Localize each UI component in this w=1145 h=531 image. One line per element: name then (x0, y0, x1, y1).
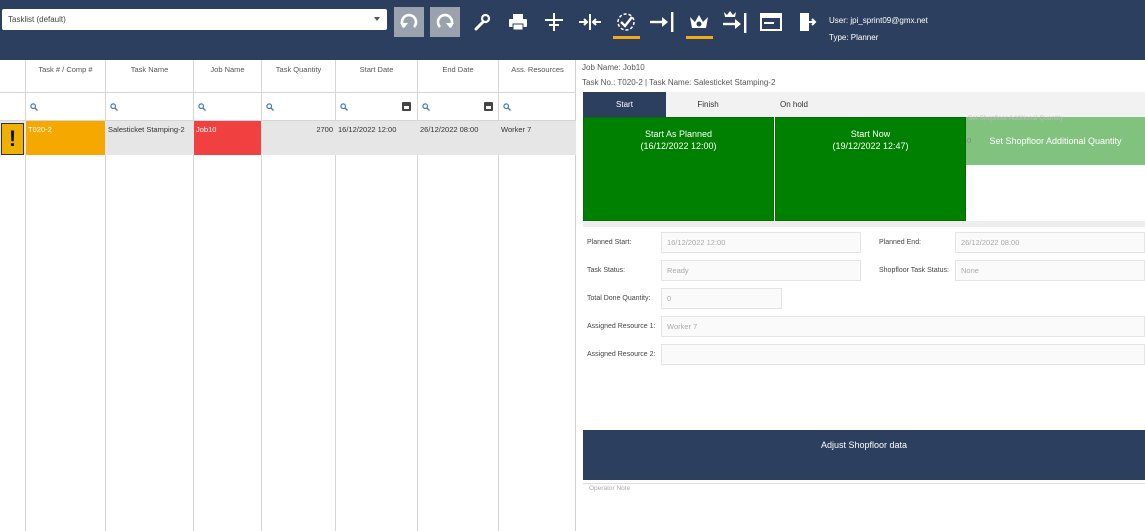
chevron-down-icon (374, 17, 380, 21)
column-header-task-quantity[interactable]: Task Quantity (262, 60, 335, 92)
redo-icon (436, 13, 454, 28)
assigned-resource-1-field[interactable]: Worker 7 (661, 316, 1145, 337)
cell-task-no: T020-2 (26, 121, 105, 155)
search-icon[interactable] (503, 103, 511, 111)
planned-end-label: Planned End: (879, 239, 922, 246)
tasklist-value: Tasklist (default) (8, 15, 66, 24)
search-icon[interactable] (198, 103, 206, 111)
start-now-button[interactable]: Start Now (19/12/2022 12:47) (775, 117, 966, 221)
tasklist-dropdown[interactable]: Tasklist (default) (2, 9, 387, 30)
assigned-resource-2-label: Assigned Resource 2: (587, 351, 656, 358)
active-indicator (686, 36, 713, 39)
start-as-planned-button[interactable]: Start As Planned (16/12/2022 12:00) (583, 117, 774, 221)
user-type: Type: Planner (829, 33, 879, 42)
task-status-label: Task Status: (587, 267, 626, 274)
merge-icon (579, 14, 601, 30)
crown-icon (690, 15, 708, 28)
approve-button[interactable] (611, 7, 641, 37)
total-done-label: Total Done Quantity: (587, 295, 651, 302)
user-email: User: jpi_sprint09@gmx.net (829, 16, 928, 25)
start-actions: Start As Planned (16/12/2022 12:00) Star… (583, 117, 1145, 221)
user-info: User: jpi_sprint09@gmx.net Type: Planner (829, 12, 928, 46)
split-button[interactable] (539, 7, 569, 37)
priority-to-end-button[interactable] (720, 7, 750, 37)
column-header-end-date[interactable]: End Date (418, 60, 498, 92)
task-grid: Task # / Comp # Task Name Job Name Task … (0, 60, 576, 531)
operator-note-field[interactable]: Operator Note (583, 483, 1145, 531)
set-additional-quantity-button[interactable]: Set Shopfloor Additional Quantity (966, 117, 1145, 165)
calendar-icon[interactable] (402, 102, 411, 111)
search-icon[interactable] (110, 103, 118, 111)
print-button[interactable] (503, 7, 533, 37)
assigned-resource-1-label: Assigned Resource 1: (587, 323, 656, 330)
tab-finish[interactable]: Finish (666, 92, 750, 117)
task-status-field[interactable]: Ready (661, 260, 861, 281)
start-now-date: (19/12/2022 12:47) (832, 141, 909, 151)
section-divider (583, 221, 1145, 227)
job-name-label: Job Name: Job10 (582, 63, 645, 72)
total-done-field[interactable]: 0 (661, 288, 782, 309)
task-detail-panel: Job Name: Job10 Task No.: T020-2 | Task … (577, 60, 1145, 531)
start-as-planned-date: (16/12/2022 12:00) (640, 141, 717, 151)
header-divider (0, 92, 576, 93)
split-icon (545, 13, 563, 31)
column-header-start-date[interactable]: Start Date (336, 60, 417, 92)
active-indicator (613, 36, 640, 39)
column-header-task-name[interactable]: Task Name (106, 60, 193, 92)
check-icon (617, 13, 635, 31)
redo-button[interactable] (430, 7, 460, 37)
window-button[interactable] (756, 7, 786, 37)
tab-start[interactable]: Start (583, 92, 666, 117)
cell-start-date: 16/12/2022 12:00 (338, 125, 397, 134)
shopfloor-status-field[interactable]: None (955, 260, 1145, 281)
action-tabs: Start Finish On hold (583, 92, 1145, 117)
merge-button[interactable] (575, 7, 605, 37)
top-toolbar: Tasklist (default) User: jpi_sprint09@gm… (0, 0, 1145, 60)
search-icon[interactable] (340, 103, 348, 111)
logout-button[interactable] (792, 7, 822, 37)
additional-quantity-input[interactable]: 0 (967, 136, 971, 145)
adjust-shopfloor-data-button[interactable]: Adjust Shopfloor data (583, 430, 1145, 480)
arrow-bar-icon (650, 12, 674, 32)
priority-button[interactable] (684, 7, 714, 37)
print-icon (509, 14, 527, 31)
start-now-label: Start Now (850, 129, 891, 139)
search-icon[interactable] (30, 103, 38, 111)
task-info-label: Task No.: T020-2 | Task Name: Salesticke… (582, 78, 776, 87)
calendar-icon[interactable] (484, 102, 493, 111)
additional-quantity-label: Set Shopfloor Additional Quantity (968, 115, 1064, 122)
start-as-planned-label: Start As Planned (644, 129, 713, 139)
crown-arrow-icon (723, 11, 747, 33)
window-icon (760, 13, 782, 31)
planned-start-label: Planned Start: (587, 239, 632, 246)
column-header-resources[interactable]: Ass. Resources (499, 60, 576, 92)
cell-end-date: 26/12/2022 08:00 (420, 125, 479, 134)
move-to-end-button[interactable] (647, 7, 677, 37)
door-exit-icon (800, 13, 817, 31)
planned-start-field[interactable]: 16/12/2022 12:00 (661, 232, 861, 253)
search-icon[interactable] (266, 103, 274, 111)
cell-resources: Worker 7 (501, 125, 532, 134)
wrench-icon (474, 13, 491, 31)
assigned-resource-2-field[interactable] (661, 344, 1145, 365)
column-header-job-name[interactable]: Job Name (194, 60, 261, 92)
column-header-task-no[interactable]: Task # / Comp # (26, 60, 105, 92)
cell-job-name: Job10 (194, 121, 261, 155)
warning-icon[interactable]: ! (1, 123, 24, 155)
planned-end-field[interactable]: 26/12/2022 08:00 (955, 232, 1145, 253)
tab-on-hold[interactable]: On hold (750, 92, 838, 117)
undo-icon (400, 13, 418, 28)
undo-button[interactable] (394, 7, 424, 37)
settings-button[interactable] (467, 7, 497, 37)
cell-quantity: 2700 (316, 125, 333, 134)
cell-task-name: Salesticket Stamping-2 (108, 125, 185, 134)
shopfloor-status-label: Shopfloor Task Status: (879, 267, 949, 274)
search-icon[interactable] (422, 103, 430, 111)
table-row[interactable]: T020-2 Salesticket Stamping-2 Job10 2700… (0, 121, 576, 155)
operator-note-label: Operator Note (589, 485, 631, 492)
